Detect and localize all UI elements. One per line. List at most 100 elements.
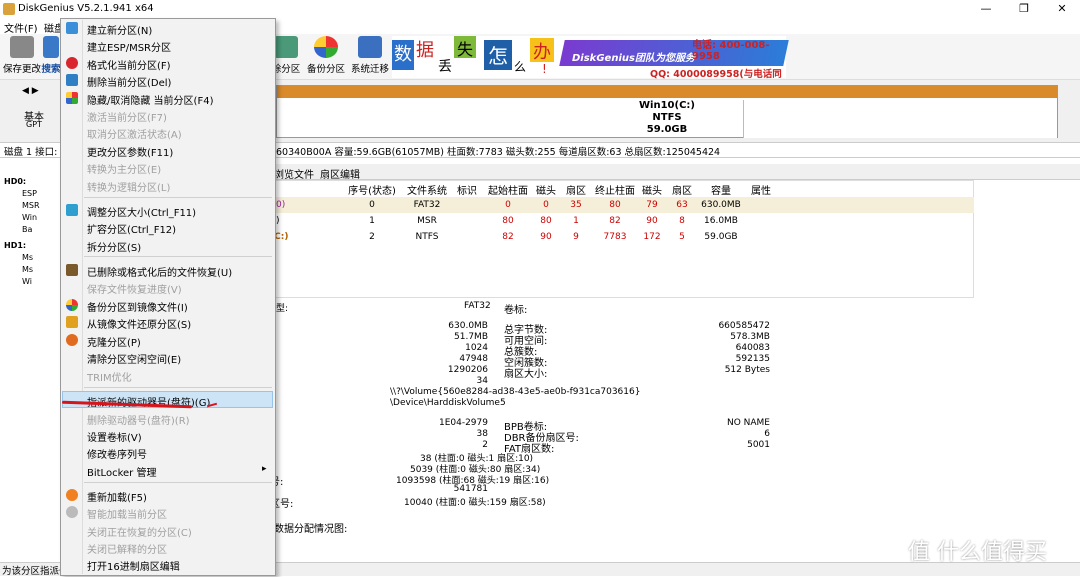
menu-item-bitlocker[interactable]: BitLocker 管理 <box>87 464 156 479</box>
menu-item-save-progress[interactable]: 保存文件恢复进度(V) <box>87 281 182 296</box>
menu-separator <box>84 387 272 388</box>
menu-item-delete[interactable]: 删除当前分区(Del) <box>87 74 171 89</box>
migrate-icon <box>358 36 382 58</box>
menu-item-activate[interactable]: 激活当前分区(F7) <box>87 109 167 124</box>
col-header[interactable]: 扇区 <box>668 182 696 197</box>
format-icon <box>66 57 78 69</box>
system-migrate-button[interactable]: 系统迁移 <box>348 36 392 76</box>
close-button[interactable]: ✕ <box>1044 0 1080 18</box>
menu-item-clone[interactable]: 克隆分区(P) <box>87 334 141 349</box>
backup-partition-button[interactable]: 备份分区 <box>304 36 348 76</box>
menu-item-file-recovery[interactable]: 已删除或格式化后的文件恢复(U) <box>87 264 232 279</box>
tree-node[interactable]: MSR <box>22 200 40 212</box>
detail-type-label: 型: <box>276 304 289 314</box>
menu-item-format[interactable]: 格式化当前分区(F) <box>87 57 171 72</box>
menu-item-set-label[interactable]: 设置卷标(V) <box>87 429 142 444</box>
tab-browse-files[interactable]: 浏览文件 <box>274 166 314 181</box>
menu-item-smart-load[interactable]: 智能加载当前分区 <box>87 506 167 521</box>
col-header[interactable]: 扇区 <box>562 182 590 197</box>
menu-item-wipe-free[interactable]: 清除分区空闲空间(E) <box>87 351 181 366</box>
detail-value: 512 Bytes <box>724 365 770 375</box>
detail-value: 47948 <box>459 354 488 364</box>
tree-node[interactable]: Wi <box>22 276 32 288</box>
detail-value: 630.0MB <box>448 321 488 331</box>
menu-item-new-partition[interactable]: 建立新分区(N) <box>87 22 152 37</box>
col-header[interactable]: 终止柱面 <box>592 182 638 197</box>
menu-item-volume-serial[interactable]: 修改卷序列号 <box>87 446 147 461</box>
promo-banner[interactable]: 数 据 丢 失 怎 么 办 ! DiskGenius团队为您服务 电话: 400… <box>392 36 789 94</box>
detail-value: 38 <box>476 429 488 439</box>
menu-item-reload[interactable]: 重新加载(F5) <box>87 489 147 504</box>
tree-node[interactable]: HD1: <box>4 240 26 252</box>
save-icon <box>10 36 34 58</box>
menu-item-to-logical[interactable]: 转换为逻辑分区(L) <box>87 179 170 194</box>
backup-icon <box>314 36 338 58</box>
restore-image-icon <box>66 316 78 328</box>
detail-vol-label: 卷标: <box>504 305 528 316</box>
col-header[interactable]: 序号(状态) <box>344 182 400 197</box>
disk-info-right: 60340B00A 容量:59.6GB(61057MB) 柱面数:7783 磁头… <box>276 147 721 158</box>
title-bar <box>0 0 1080 18</box>
banner-tile: 么 <box>513 60 526 74</box>
save-changes-button[interactable]: 保存更改 <box>0 36 44 76</box>
maximize-button[interactable]: ❐ <box>1006 0 1042 18</box>
banner-tile: 办 <box>530 38 554 63</box>
menu-item-restore-image[interactable]: 从镜像文件还原分区(S) <box>87 316 191 331</box>
banner-tile: 怎 <box>484 40 512 70</box>
clone-icon <box>66 334 78 346</box>
col-header[interactable]: 磁头 <box>532 182 560 197</box>
partition-block-c[interactable]: Win10(C:) NTFS 59.0GB <box>276 85 1058 138</box>
minimize-button[interactable]: — <box>968 0 1004 18</box>
menu-item-resize[interactable]: 调整分区大小(Ctrl_F11) <box>87 204 196 219</box>
menu-item-close-recovering[interactable]: 关闭正在恢复的分区(C) <box>87 524 192 539</box>
menu-separator <box>84 197 272 198</box>
detail-value: 592135 <box>735 354 770 364</box>
menu-item-backup-image[interactable]: 备份分区到镜像文件(I) <box>87 299 188 314</box>
banner-tile: 失 <box>454 36 476 59</box>
menu-item-remove-letter[interactable]: 删除驱动器号(盘符)(R) <box>87 412 190 427</box>
menu-item-hide[interactable]: 隐藏/取消隐藏 当前分区(F4) <box>87 92 213 107</box>
hide-icon <box>66 92 78 104</box>
tree-node[interactable]: Ms <box>22 252 33 264</box>
search-icon <box>43 36 59 58</box>
menu-separator <box>84 256 272 257</box>
search-button[interactable]: 搜索 <box>40 36 62 76</box>
menu-separator <box>84 482 272 483</box>
tree-node[interactable]: Ba <box>22 224 32 236</box>
disk-nav-arrows[interactable]: ◀ ▶ <box>22 86 39 96</box>
tree-node[interactable]: ESP <box>22 188 37 200</box>
menu-item-change-params[interactable]: 更改分区参数(F11) <box>87 144 173 159</box>
menu-item-new-esp-msr[interactable]: 建立ESP/MSR分区 <box>87 39 171 54</box>
menu-item-hex-editor[interactable]: 打开16进制扇区编辑 <box>87 558 180 573</box>
col-header[interactable]: 容量 <box>698 182 744 197</box>
menu-item-split[interactable]: 拆分分区(S) <box>87 239 141 254</box>
menu-item-close-interpreted[interactable]: 关闭已解释的分区 <box>87 541 167 556</box>
menu-item-trim[interactable]: TRIM优化 <box>87 369 132 384</box>
col-header[interactable]: 属性 <box>746 182 776 197</box>
menu-item-to-primary[interactable]: 转换为主分区(E) <box>87 161 161 176</box>
col-header[interactable]: 磁头 <box>638 182 666 197</box>
tree-node[interactable]: Ms <box>22 264 33 276</box>
col-header[interactable]: 文件系统 <box>402 182 452 197</box>
tree-node[interactable]: HD0: <box>4 176 26 188</box>
menu-item-extend[interactable]: 扩容分区(Ctrl_F12) <box>87 221 176 236</box>
col-header[interactable]: 标识 <box>452 182 482 197</box>
detail-value: 1E04-2979 <box>438 418 488 428</box>
data-map-label: 数据分配情况图: <box>274 524 348 535</box>
window-title: DiskGenius V5.2.1.941 x64 <box>18 3 154 14</box>
submenu-arrow-icon: ▸ <box>262 464 267 474</box>
partition-color-bar <box>277 86 1057 98</box>
menu-item-deactivate[interactable]: 取消分区激活状态(A) <box>87 126 182 141</box>
partition-free-area <box>743 100 1057 138</box>
detail-value: 1024 <box>465 343 488 353</box>
menu-file[interactable]: 文件(F) <box>4 20 38 35</box>
detail-label: 扇区大小: <box>504 369 548 380</box>
detail-value: 660585472 <box>718 321 770 331</box>
resize-icon <box>66 204 78 216</box>
tab-sector-edit[interactable]: 扇区编辑 <box>320 166 360 181</box>
tree-node[interactable]: Win <box>22 212 37 224</box>
col-header[interactable]: 起始柱面 <box>484 182 532 197</box>
detail-value: 34 <box>476 376 488 386</box>
banner-tile: 据 <box>416 40 434 61</box>
backup-image-icon <box>66 299 78 311</box>
